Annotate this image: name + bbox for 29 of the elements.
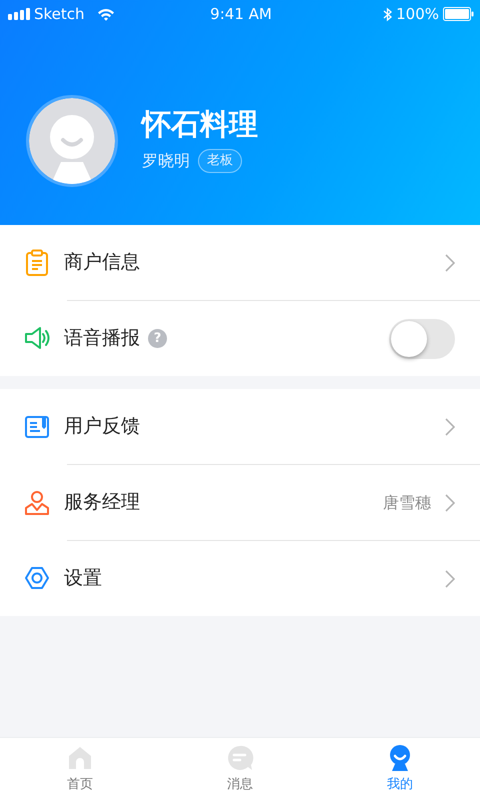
carrier-name: Sketch <box>34 4 85 25</box>
bluetooth-icon <box>383 6 392 22</box>
home-icon <box>66 744 94 772</box>
menu-label[interactable]: 服务经理 <box>64 488 140 517</box>
manager-name: 唐雪穗 <box>383 492 431 514</box>
signal-icon <box>8 8 30 20</box>
chevron-icon[interactable] <box>445 494 455 512</box>
user-name: 罗晓明 <box>142 150 190 172</box>
role-tag: 老板 <box>198 149 242 173</box>
tab[interactable]: 消息 <box>160 738 320 800</box>
avatar-icon <box>29 98 115 184</box>
tab[interactable]: 我的 <box>320 738 480 800</box>
toggle-switch[interactable] <box>389 318 455 358</box>
clipboard-icon <box>24 248 50 276</box>
wifi-icon <box>96 8 115 20</box>
clock-time: 9:41 AM <box>210 4 272 25</box>
menu-label[interactable]: 商户信息 <box>64 248 140 277</box>
chevron-icon[interactable] <box>445 570 455 588</box>
tab[interactable]: 首页 <box>0 738 160 800</box>
chat-icon <box>226 744 254 772</box>
menu-label[interactable]: 语音播报 <box>64 324 140 353</box>
chevron-icon[interactable] <box>445 418 455 436</box>
battery-icon <box>443 7 474 21</box>
menu-label[interactable]: 设置 <box>64 564 102 593</box>
shop-name: 怀石料理 <box>142 109 258 141</box>
battery-percent: 100% <box>396 4 439 25</box>
manager-icon <box>24 488 50 516</box>
chevron-icon[interactable] <box>445 254 455 272</box>
menu-label[interactable]: 用户反馈 <box>64 412 140 441</box>
